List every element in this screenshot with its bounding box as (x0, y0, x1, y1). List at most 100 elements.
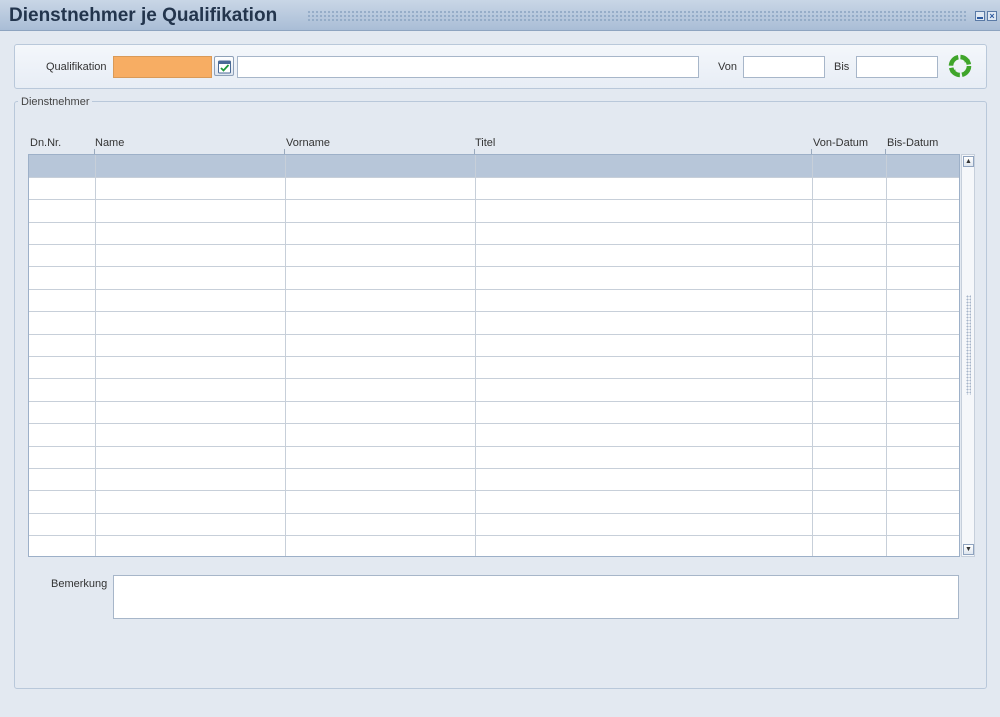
cell-von-datum[interactable] (812, 244, 887, 268)
table-row[interactable] (29, 490, 959, 514)
cell-dn-nr[interactable] (29, 535, 96, 556)
cell-vorname[interactable] (285, 244, 476, 268)
cell-name[interactable] (95, 378, 286, 402)
cell-bis-datum[interactable] (886, 155, 959, 178)
cell-von-datum[interactable] (812, 490, 887, 514)
column-header-titel[interactable]: Titel (475, 137, 495, 149)
cell-titel[interactable] (475, 490, 813, 514)
cell-bis-datum[interactable] (886, 289, 959, 313)
cell-vorname[interactable] (285, 468, 476, 492)
cell-bis-datum[interactable] (886, 513, 959, 537)
column-header-vorname[interactable]: Vorname (286, 137, 330, 149)
cell-dn-nr[interactable] (29, 177, 96, 201)
table-row[interactable] (29, 222, 959, 246)
table-row[interactable] (29, 311, 959, 335)
qualifikation-code-input[interactable] (114, 57, 211, 77)
cell-vorname[interactable] (285, 199, 476, 223)
cell-dn-nr[interactable] (29, 378, 96, 402)
cell-dn-nr[interactable] (29, 266, 96, 290)
minimize-icon[interactable] (975, 11, 985, 21)
scroll-down-icon[interactable]: ▼ (963, 544, 974, 555)
cell-von-datum[interactable] (812, 199, 887, 223)
table-row[interactable] (29, 155, 959, 178)
scroll-up-icon[interactable]: ▲ (963, 156, 974, 167)
qualifikation-code-field[interactable] (113, 56, 212, 78)
cell-titel[interactable] (475, 535, 813, 556)
cell-dn-nr[interactable] (29, 468, 96, 492)
cell-bis-datum[interactable] (886, 423, 959, 447)
cell-name[interactable] (95, 266, 286, 290)
qualifikation-text-input[interactable] (238, 57, 698, 77)
cell-name[interactable] (95, 490, 286, 514)
cell-vorname[interactable] (285, 222, 476, 246)
cell-vorname[interactable] (285, 423, 476, 447)
cell-dn-nr[interactable] (29, 199, 96, 223)
cell-bis-datum[interactable] (886, 177, 959, 201)
cell-titel[interactable] (475, 513, 813, 537)
cell-name[interactable] (95, 513, 286, 537)
cell-vorname[interactable] (285, 535, 476, 556)
cell-von-datum[interactable] (812, 423, 887, 447)
cell-von-datum[interactable] (812, 155, 887, 178)
cell-dn-nr[interactable] (29, 311, 96, 335)
cell-bis-datum[interactable] (886, 490, 959, 514)
cell-von-datum[interactable] (812, 289, 887, 313)
bis-input[interactable] (857, 57, 937, 77)
cell-vorname[interactable] (285, 513, 476, 537)
cell-dn-nr[interactable] (29, 155, 96, 178)
cell-name[interactable] (95, 356, 286, 380)
cell-vorname[interactable] (285, 289, 476, 313)
column-header-name[interactable]: Name (95, 137, 124, 149)
cell-titel[interactable] (475, 378, 813, 402)
cell-bis-datum[interactable] (886, 356, 959, 380)
bemerkung-textarea[interactable] (114, 576, 958, 618)
cell-bis-datum[interactable] (886, 266, 959, 290)
cell-vorname[interactable] (285, 177, 476, 201)
cell-name[interactable] (95, 155, 286, 178)
cell-name[interactable] (95, 468, 286, 492)
cell-bis-datum[interactable] (886, 244, 959, 268)
cell-von-datum[interactable] (812, 378, 887, 402)
cell-von-datum[interactable] (812, 266, 887, 290)
cell-vorname[interactable] (285, 401, 476, 425)
employees-table[interactable] (28, 154, 960, 557)
table-row[interactable] (29, 401, 959, 425)
cell-bis-datum[interactable] (886, 468, 959, 492)
cell-titel[interactable] (475, 423, 813, 447)
cell-name[interactable] (95, 423, 286, 447)
cell-dn-nr[interactable] (29, 513, 96, 537)
table-row[interactable] (29, 244, 959, 268)
cell-von-datum[interactable] (812, 446, 887, 469)
cell-titel[interactable] (475, 177, 813, 201)
cell-titel[interactable] (475, 155, 813, 178)
qualifikation-text-field[interactable] (237, 56, 699, 78)
cell-name[interactable] (95, 311, 286, 335)
cell-vorname[interactable] (285, 266, 476, 290)
scroll-grip[interactable] (966, 295, 971, 395)
cell-titel[interactable] (475, 401, 813, 425)
cell-name[interactable] (95, 446, 286, 469)
cell-name[interactable] (95, 244, 286, 268)
qualifikation-lookup-button[interactable] (214, 56, 234, 76)
cell-bis-datum[interactable] (886, 535, 959, 556)
cell-titel[interactable] (475, 289, 813, 313)
cell-name[interactable] (95, 334, 286, 358)
cell-von-datum[interactable] (812, 401, 887, 425)
cell-bis-datum[interactable] (886, 311, 959, 335)
table-row[interactable] (29, 513, 959, 537)
cell-von-datum[interactable] (812, 222, 887, 246)
cell-von-datum[interactable] (812, 535, 887, 556)
table-row[interactable] (29, 468, 959, 492)
cell-name[interactable] (95, 535, 286, 556)
cell-titel[interactable] (475, 222, 813, 246)
cell-von-datum[interactable] (812, 513, 887, 537)
cell-bis-datum[interactable] (886, 334, 959, 358)
von-input[interactable] (744, 57, 824, 77)
cell-von-datum[interactable] (812, 356, 887, 380)
cell-bis-datum[interactable] (886, 199, 959, 223)
cell-dn-nr[interactable] (29, 289, 96, 313)
cell-dn-nr[interactable] (29, 446, 96, 469)
table-row[interactable] (29, 356, 959, 380)
cell-name[interactable] (95, 401, 286, 425)
cell-vorname[interactable] (285, 378, 476, 402)
